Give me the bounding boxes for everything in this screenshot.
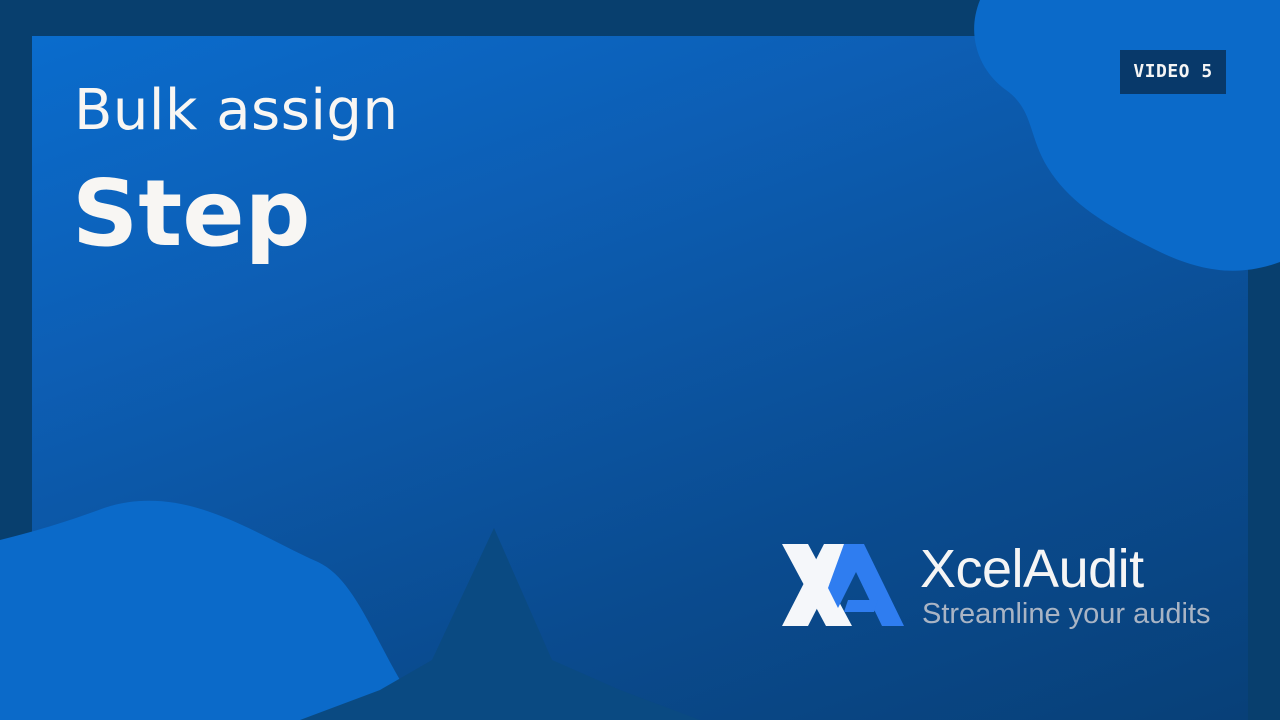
bottom-left-blob — [0, 500, 420, 720]
brand-name: XcelAudit — [920, 539, 1144, 599]
slide-canvas: Bulk assign Step VIDEO 5 XcelAudit Strea… — [0, 0, 1280, 720]
xa-monogram-icon — [782, 544, 904, 626]
video-number-badge: VIDEO 5 — [1120, 50, 1226, 94]
slide-title-line-2: Step — [72, 160, 311, 267]
top-right-blob — [974, 0, 1280, 271]
brand-tagline: Streamline your audits — [922, 598, 1211, 630]
slide-title-line-1: Bulk assign — [74, 78, 399, 143]
